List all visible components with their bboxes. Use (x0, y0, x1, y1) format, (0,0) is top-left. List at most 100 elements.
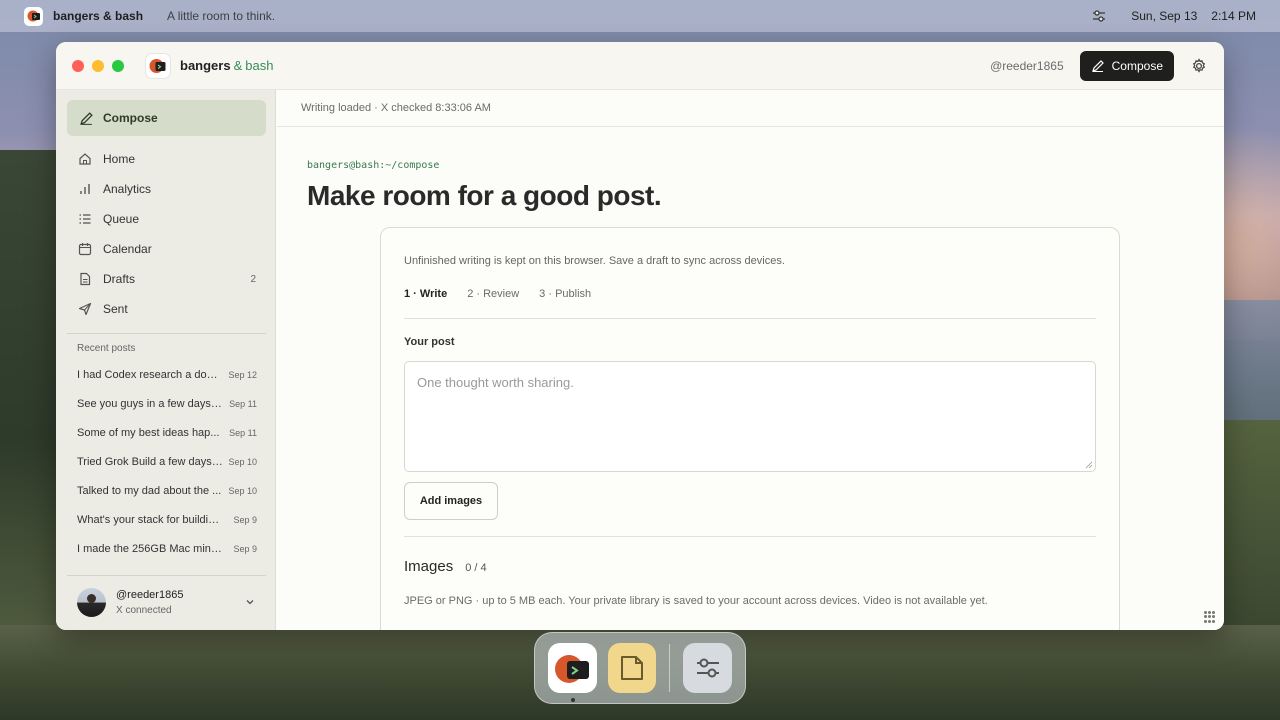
brand-name: bangers & bash (180, 58, 273, 73)
sidebar-item-home[interactable]: Home (67, 144, 266, 174)
recent-post-date: Sep 9 (233, 514, 257, 525)
drafts-count-badge: 2 (250, 273, 256, 285)
avatar (77, 587, 106, 617)
compose-card: Unfinished writing is kept on this brows… (380, 227, 1120, 630)
step-publish[interactable]: 3 · Publish (539, 288, 591, 300)
draft-note: Unfinished writing is kept on this brows… (404, 255, 785, 267)
zoom-window-button[interactable] (112, 59, 124, 72)
recent-post-date: Sep 11 (229, 398, 257, 409)
title-bar: bangers & bash @reeder1865 Compose (56, 42, 1224, 90)
sidebar: Compose Home Analytics Queue Calendar Dr… (56, 90, 276, 630)
chevron-down-icon[interactable] (243, 595, 257, 609)
gear-icon[interactable] (1190, 57, 1208, 75)
pen-icon (1091, 59, 1104, 72)
brand-name-suffix: bash (245, 58, 274, 73)
recent-post-title: See you guys in a few days. ... (77, 397, 223, 410)
dock-notes-app-icon[interactable] (607, 643, 657, 693)
menu-tagline: A little room to think. (167, 9, 276, 23)
recent-post-item[interactable]: What's your stack for buildin... Sep 9 (77, 505, 257, 534)
add-images-button[interactable]: Add images (404, 482, 498, 520)
analytics-icon (77, 181, 93, 197)
brand-logo-icon (146, 53, 170, 78)
sidebar-nav: Home Analytics Queue Calendar Drafts 2 S… (67, 144, 266, 324)
recent-post-date: Sep 11 (229, 427, 257, 438)
recent-post-title: I had Codex research a dom... (77, 368, 223, 381)
sidebar-item-sent[interactable]: Sent (67, 294, 266, 324)
sidebar-compose-label: Compose (103, 111, 158, 125)
sidebar-divider (67, 575, 266, 576)
post-textarea[interactable]: One thought worth sharing. (404, 361, 1096, 472)
post-label: Your post (404, 336, 455, 348)
recent-posts-list: I had Codex research a dom... Sep 12 See … (77, 360, 257, 563)
sidebar-item-label: Drafts (103, 272, 136, 286)
brand-name-main: bangers (180, 58, 231, 73)
recent-post-item[interactable]: See you guys in a few days. ... Sep 11 (77, 389, 257, 418)
recent-post-item[interactable]: Some of my best ideas hap... Sep 11 (77, 418, 257, 447)
recent-post-item[interactable]: Talked to my dad about the ... Sep 10 (77, 476, 257, 505)
images-count: 0 / 4 (465, 562, 487, 574)
home-icon (77, 151, 93, 167)
sidebar-item-label: Sent (103, 302, 128, 316)
dock-settings-app-icon[interactable] (683, 643, 732, 693)
recent-post-date: Sep 10 (228, 485, 257, 496)
sidebar-item-analytics[interactable]: Analytics (67, 174, 266, 204)
pen-icon (80, 111, 93, 125)
recent-post-date: Sep 12 (228, 369, 257, 380)
recent-post-title: Some of my best ideas hap... (77, 426, 220, 439)
images-note: JPEG or PNG · up to 5 MB each. Your priv… (404, 595, 988, 607)
calendar-icon (77, 241, 93, 257)
running-indicator (571, 698, 575, 702)
sidebar-item-label: Analytics (103, 182, 152, 196)
recent-post-item[interactable]: Tried Grok Build a few days ... Sep 10 (77, 447, 257, 476)
account-switcher[interactable]: @reeder1865 X connected (77, 585, 257, 619)
minimize-window-button[interactable] (92, 59, 104, 72)
sidebar-item-calendar[interactable]: Calendar (67, 234, 266, 264)
grid-menu-icon[interactable] (1204, 611, 1216, 623)
resize-handle-icon[interactable] (1085, 461, 1093, 469)
recent-post-title: Talked to my dad about the ... (77, 484, 222, 497)
close-window-button[interactable] (72, 59, 84, 72)
queue-icon (77, 211, 93, 227)
dock-bangers-bash-app-icon[interactable] (548, 643, 597, 702)
compose-button[interactable]: Compose (1079, 50, 1174, 81)
sidebar-compose-button[interactable]: Compose (67, 100, 266, 136)
app-window: bangers & bash @reeder1865 Compose Compose… (56, 42, 1224, 630)
compose-button-label: Compose (1111, 58, 1163, 73)
main-content: Writing loaded · X checked 8:33:06 AM ba… (277, 90, 1224, 630)
status-text: Writing loaded · X checked 8:33:06 AM (301, 102, 491, 114)
recent-post-item[interactable]: I made the 256GB Mac mini ... Sep 9 (77, 534, 257, 563)
control-center-icon[interactable] (1091, 8, 1107, 24)
menu-app-name[interactable]: bangers & bash (53, 9, 143, 23)
menu-time: 2:14 PM (1211, 9, 1256, 23)
sent-icon (77, 301, 93, 317)
images-title-text: Images (404, 558, 454, 575)
recent-post-title: I made the 256GB Mac mini ... (77, 542, 223, 555)
recent-post-date: Sep 9 (233, 543, 257, 554)
terminal-prompt: bangers@bash:~/compose (307, 160, 440, 171)
step-write[interactable]: 1 · Write (404, 288, 447, 300)
page-title: Make room for a good post. (307, 180, 662, 211)
sidebar-item-queue[interactable]: Queue (67, 204, 266, 234)
brand-amp: & (233, 58, 243, 73)
recent-post-title: What's your stack for buildin... (77, 513, 223, 526)
card-divider (404, 536, 1096, 537)
account-status: X connected (116, 604, 172, 616)
account-handle[interactable]: @reeder1865 (990, 59, 1064, 73)
app-logo-icon[interactable] (24, 6, 43, 26)
post-placeholder: One thought worth sharing. (417, 375, 574, 390)
card-divider (404, 318, 1096, 319)
sidebar-divider (67, 333, 266, 334)
recent-post-title: Tried Grok Build a few days ... (77, 455, 223, 468)
compose-steps: 1 · Write 2 · Review 3 · Publish (404, 288, 591, 300)
recent-posts-title: Recent posts (77, 343, 136, 354)
images-section-title: Images 0 / 4 (404, 558, 487, 575)
status-bar: Writing loaded · X checked 8:33:06 AM (277, 90, 1224, 127)
sidebar-item-label: Queue (103, 212, 140, 226)
recent-post-item[interactable]: I had Codex research a dom... Sep 12 (77, 360, 257, 389)
menu-date: Sun, Sep 13 (1131, 9, 1198, 23)
step-review[interactable]: 2 · Review (467, 288, 519, 300)
drafts-icon (77, 271, 93, 287)
traffic-lights (72, 59, 124, 72)
sidebar-item-label: Home (103, 152, 136, 166)
sidebar-item-drafts[interactable]: Drafts 2 (67, 264, 266, 294)
